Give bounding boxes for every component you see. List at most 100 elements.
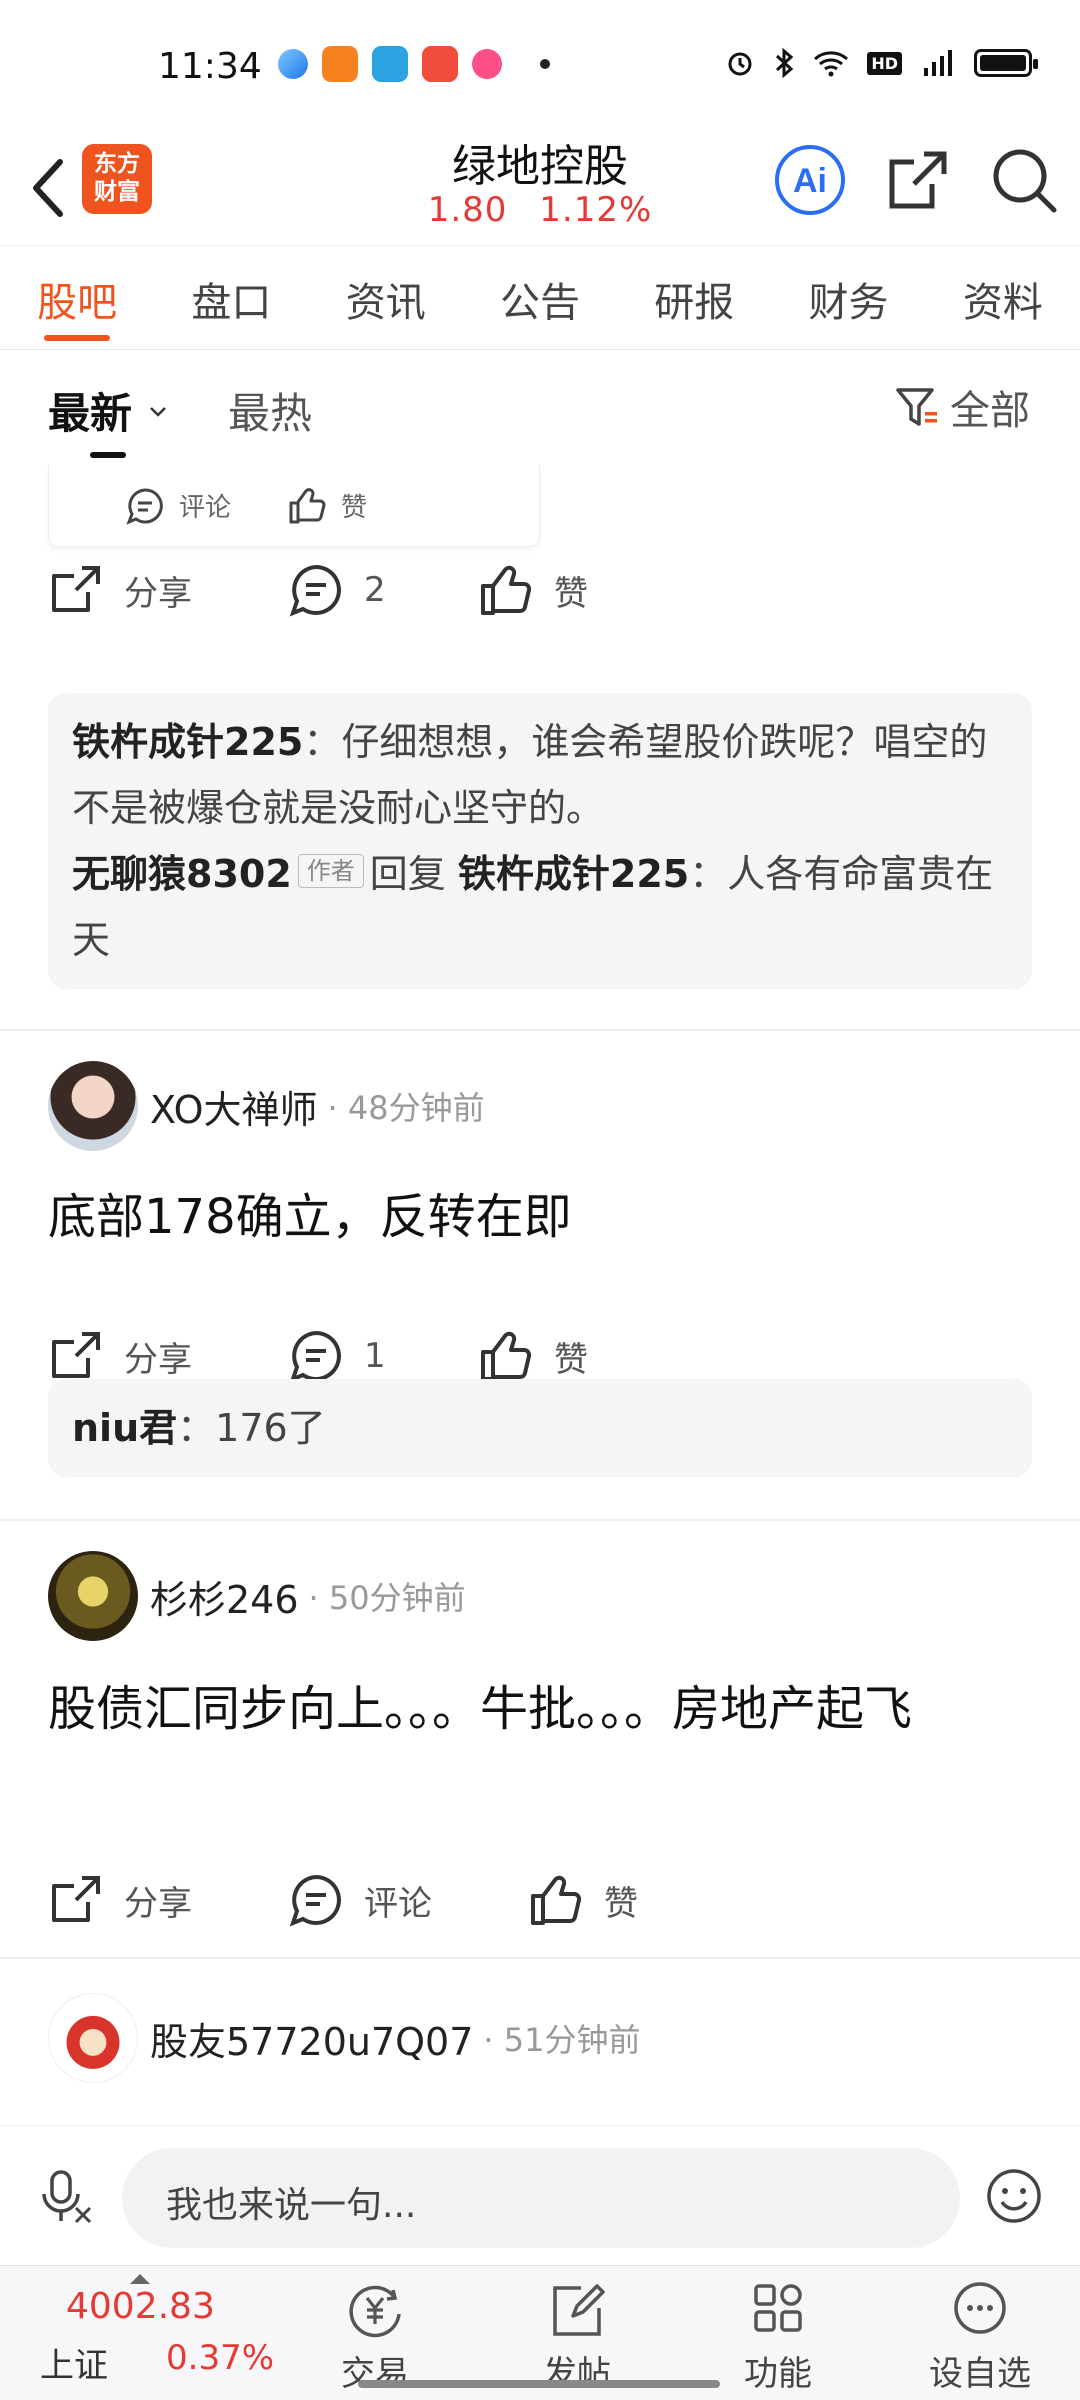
ai-assistant-icon[interactable]: Ai: [770, 140, 850, 220]
tab-announcements[interactable]: 公告: [463, 246, 617, 349]
status-bar: 11:34 HD: [0, 0, 1080, 130]
thumbs-up-icon: [481, 1331, 532, 1381]
filter-icon: [896, 388, 937, 426]
system-icons: HD: [725, 48, 1038, 78]
share-label: 分享: [124, 1883, 192, 1924]
avatar[interactable]: [48, 1993, 138, 2083]
nav-add-watchlist-label: 设自选: [929, 2354, 1031, 2394]
comment-icon: [289, 1330, 341, 1383]
nav-trade-label: 交易: [341, 2354, 409, 2394]
share-label: 分享: [124, 1339, 192, 1380]
comment-count: 1: [364, 1336, 386, 1376]
tab-guba[interactable]: 股吧: [0, 246, 154, 349]
app-logo[interactable]: 东方 财富: [82, 144, 152, 214]
share-icon: [52, 566, 100, 612]
sort-latest[interactable]: 最新: [48, 380, 169, 441]
username[interactable]: 股友57720u7Q07: [150, 2011, 473, 2066]
like-button[interactable]: 赞: [478, 1328, 718, 1384]
avatar[interactable]: [48, 1551, 138, 1641]
battery-icon: [974, 49, 1038, 77]
username[interactable]: 杉杉246: [150, 1569, 299, 1624]
filter-button[interactable]: 全部: [892, 378, 1030, 436]
wallet-app-icon: [322, 46, 358, 82]
sort-row: 最新 最热 全部: [0, 350, 1080, 465]
grid-apps-icon: [754, 2284, 802, 2332]
quoted-card[interactable]: 评论 赞: [48, 465, 540, 547]
quoted-comment-label: 评论: [179, 493, 232, 523]
comment-input[interactable]: 我也来说一句...: [122, 2148, 960, 2248]
username[interactable]: XO大禅师: [150, 1079, 318, 1134]
reply-user[interactable]: 铁杵成针225: [72, 720, 303, 764]
like-button[interactable]: 赞: [478, 562, 718, 618]
nav-post[interactable]: 发帖: [507, 2280, 647, 2395]
share-icon: [52, 1332, 100, 1378]
nav-post-label: 发帖: [543, 2354, 611, 2394]
notification-icons: [278, 46, 550, 82]
post-header: XO大禅师 · 48分钟前: [48, 1061, 485, 1151]
share-button[interactable]: 分享: [48, 1328, 288, 1384]
thumbs-up-icon: [481, 565, 532, 615]
tab-research[interactable]: 研报: [617, 246, 771, 349]
nav-trade[interactable]: 交易: [305, 2280, 445, 2395]
reply-preview[interactable]: niu君：176了: [48, 1379, 1032, 1477]
comment-button[interactable]: 1: [288, 1328, 478, 1384]
avatar[interactable]: [48, 1061, 138, 1151]
tab-pankou[interactable]: 盘口: [154, 246, 308, 349]
search-icon[interactable]: [984, 140, 1064, 220]
share-button[interactable]: 分享: [48, 562, 288, 618]
signal-icon: [924, 50, 952, 76]
share-icon: [52, 1876, 100, 1922]
share-icon[interactable]: [878, 140, 958, 220]
sort-latest-label: 最新: [48, 389, 133, 438]
reply-user[interactable]: 无聊猿8302: [72, 852, 292, 896]
comment-button[interactable]: 2: [288, 562, 478, 618]
tab-finance[interactable]: 财务: [771, 246, 925, 349]
reply-item: 无聊猿8302 作者 回复 铁杵成针225：人各有命富贵在天: [72, 841, 1008, 973]
back-arrow-icon[interactable]: [22, 148, 72, 228]
reply-text: ：176了: [177, 1406, 326, 1450]
nav-functions[interactable]: 功能: [708, 2280, 848, 2395]
tab-news[interactable]: 资讯: [309, 246, 463, 349]
sort-indicator: [90, 452, 126, 458]
chevron-down-icon: [149, 407, 166, 417]
share-button[interactable]: 分享: [48, 1872, 288, 1928]
filter-label: 全部: [950, 388, 1030, 434]
stock-price: 1.80: [427, 190, 508, 230]
home-indicator[interactable]: [358, 2380, 720, 2388]
like-label: 赞: [554, 1339, 588, 1380]
author-badge: 作者: [297, 854, 364, 888]
comment-button[interactable]: 评论: [288, 1872, 528, 1928]
browser-app-icon: [278, 49, 308, 79]
post-header: 股友57720u7Q07 · 51分钟前: [48, 1993, 641, 2083]
post-header: 杉杉246 · 50分钟前: [48, 1551, 466, 1641]
post-time: · 51分钟前: [483, 2021, 641, 2059]
more-notifications-icon: [540, 59, 550, 69]
reply-user[interactable]: niu君: [72, 1406, 177, 1450]
video-app-icon: [422, 46, 458, 82]
reply-target-user[interactable]: 铁杵成针225: [458, 852, 689, 896]
like-button[interactable]: 赞: [528, 1872, 768, 1928]
post-divider: [0, 1957, 1080, 1959]
post-time: · 50分钟前: [308, 1579, 466, 1617]
reply-item: 铁杵成针225：仔细想想，谁会希望股价跌呢？唱空的不是被爆仓就是没耐心坚守的。: [72, 709, 1008, 841]
expand-caret-icon: [130, 2274, 150, 2284]
index-value: 4002.83: [66, 2286, 215, 2327]
yen-coin-icon: [349, 2285, 401, 2338]
thumbs-up-icon: [531, 1875, 582, 1925]
comment-label: 评论: [364, 1883, 432, 1924]
quoted-like-button[interactable]: 赞: [287, 486, 367, 526]
section-tabs: 股吧 盘口 资讯 公告 研报 财务 资料: [0, 245, 1080, 350]
like-label: 赞: [554, 573, 588, 614]
sort-hottest[interactable]: 最热: [228, 380, 312, 441]
alarm-icon: [728, 52, 752, 76]
emoji-icon[interactable]: [984, 2166, 1044, 2226]
post-body[interactable]: 股债汇同步向上。。。牛批。。。房地产起飞: [48, 1671, 1038, 1747]
post-body[interactable]: 底部178确立，反转在即: [48, 1179, 1038, 1255]
reply-preview[interactable]: 铁杵成针225：仔细想想，谁会希望股价跌呢？唱空的不是被爆仓就是没耐心坚守的。 …: [48, 693, 1032, 989]
tab-profile[interactable]: 资料: [926, 246, 1080, 349]
quoted-comment-button[interactable]: 评论: [125, 486, 231, 526]
comment-composer: 我也来说一句...: [0, 2125, 1080, 2265]
comment-icon: [289, 564, 341, 617]
nav-add-watchlist[interactable]: 设自选: [910, 2280, 1050, 2395]
voice-input-icon[interactable]: [40, 2166, 96, 2226]
